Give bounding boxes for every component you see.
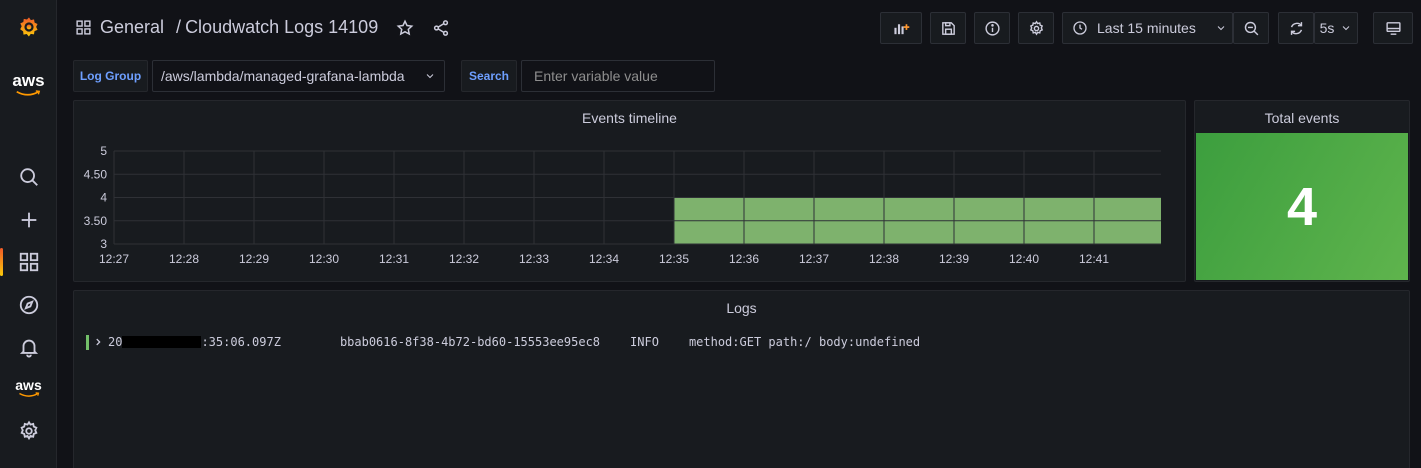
info-button[interactable] xyxy=(974,12,1010,44)
refresh-button[interactable] xyxy=(1278,12,1314,44)
share-icon[interactable] xyxy=(432,19,450,37)
page-title[interactable]: Cloudwatch Logs 14109 xyxy=(185,17,378,38)
chevron-right-icon[interactable] xyxy=(93,337,103,347)
log-level-indicator xyxy=(86,334,89,350)
y-tick-label: 5 xyxy=(100,144,107,158)
log-level: INFO xyxy=(630,335,659,349)
aws-icon-mark: aws xyxy=(15,377,42,398)
redacted-block xyxy=(122,336,202,348)
events-timeline-chart: 3 3.50 4 4.50 5 12:27 12:28 12:29 12:30 12:31 12:3… xyxy=(84,144,1161,266)
aws-logo-label: aws xyxy=(12,70,45,90)
bell-svg xyxy=(19,339,38,358)
y-tick-label: 3.50 xyxy=(84,214,108,228)
x-tick-label: 12:33 xyxy=(519,252,549,266)
plus-svg xyxy=(21,212,36,228)
zoom-out-button[interactable] xyxy=(1233,12,1269,44)
settings-gear-icon xyxy=(1029,19,1043,36)
breadcrumb: General / Cloudwatch Logs 14109 xyxy=(75,17,450,38)
x-tick-label: 12:28 xyxy=(169,252,199,266)
plus-icon[interactable] xyxy=(0,200,57,240)
aws-logo: aws xyxy=(12,70,45,97)
refresh-interval-picker[interactable]: 5s xyxy=(1314,12,1358,44)
x-tick-label: 12:31 xyxy=(379,252,409,266)
x-tick-label: 12:39 xyxy=(939,252,969,266)
save-dashboard-button[interactable] xyxy=(930,12,966,44)
refresh-interval-label: 5s xyxy=(1319,20,1335,36)
sidebar: aws aws xyxy=(0,0,57,468)
x-tick-label: 12:38 xyxy=(869,252,899,266)
monitor-icon xyxy=(1385,21,1401,35)
y-tick-label: 3 xyxy=(100,237,107,251)
clock-icon xyxy=(1073,21,1087,35)
grafana-logo-icon[interactable] xyxy=(0,7,57,47)
add-panel-icon xyxy=(893,23,909,34)
total-events-value: 4 xyxy=(1286,176,1318,237)
topbar: General / Cloudwatch Logs 14109 Last 15 … xyxy=(57,0,1421,56)
add-panel-button[interactable] xyxy=(880,12,922,44)
log-group-select[interactable]: /aws/lambda/managed-grafana-lambda xyxy=(152,60,445,92)
refresh-chevron-icon xyxy=(1343,26,1350,31)
gear-icon[interactable] xyxy=(0,411,57,451)
x-tick-label: 12:35 xyxy=(659,252,689,266)
breadcrumb-separator: / xyxy=(176,17,182,37)
log-group-chevron-icon xyxy=(426,74,434,79)
x-tick-label: 12:40 xyxy=(1009,252,1039,266)
x-tick-label: 12:37 xyxy=(799,252,829,266)
dashboards-icon[interactable] xyxy=(0,242,57,282)
aws-logo-icon[interactable]: aws xyxy=(0,64,57,104)
x-tick-label: 12:41 xyxy=(1079,252,1109,266)
compass-svg xyxy=(19,295,38,315)
search-label: Search xyxy=(461,60,517,92)
log-request-id: bbab0616-8f38-4b72-bd60-15553ee95ec8 xyxy=(339,335,601,349)
time-range-picker[interactable]: Last 15 minutes xyxy=(1062,12,1233,44)
events-timeline-panel: Events timeline 3 3.50 4 4.50 5 12:27 12:28 12:… xyxy=(73,100,1186,282)
x-tick-label: 12:32 xyxy=(449,252,479,266)
star-icon[interactable] xyxy=(396,18,414,37)
dashboard-grid-icon xyxy=(76,20,91,35)
y-tick-label: 4 xyxy=(100,191,107,205)
aws-icon-smile xyxy=(18,392,39,397)
y-tick-label: 4.50 xyxy=(84,167,108,181)
dashboard-settings-button[interactable] xyxy=(1018,12,1054,44)
info-icon xyxy=(984,20,1000,36)
log-row[interactable]: 20 :35:06.097Z bbab0616-8f38-4b72-bd60-1… xyxy=(86,334,920,350)
aws-smile xyxy=(16,89,41,96)
tv-mode-button[interactable] xyxy=(1373,12,1413,44)
search-icon[interactable] xyxy=(0,157,57,197)
x-tick-label: 12:36 xyxy=(729,252,759,266)
log-group-label: Log Group xyxy=(73,60,148,92)
log-timestamp-prefix: 20 xyxy=(108,335,123,349)
total-events-title: Total events xyxy=(1264,110,1340,126)
log-timestamp-suffix: :35:06.097Z xyxy=(201,335,281,349)
x-tick-label: 12:30 xyxy=(309,252,339,266)
dashboards-svg xyxy=(19,252,38,272)
zoom-out-icon xyxy=(1244,21,1258,35)
breadcrumb-folder[interactable]: General xyxy=(100,17,164,38)
x-tick-label: 12:27 xyxy=(99,252,129,266)
grafana-logo-svg xyxy=(19,17,38,37)
search-svg xyxy=(19,168,38,186)
save-icon xyxy=(941,21,955,35)
log-group-value: /aws/lambda/managed-grafana-lambda xyxy=(161,68,405,84)
gear-svg xyxy=(19,420,38,441)
logs-panel: Logs xyxy=(73,290,1410,468)
search-variable-input[interactable] xyxy=(521,60,715,92)
x-tick-label: 12:34 xyxy=(589,252,619,266)
aws-icon[interactable]: aws xyxy=(0,368,57,408)
logs-title: Logs xyxy=(726,300,757,316)
compass-icon[interactable] xyxy=(0,285,57,325)
refresh-icon xyxy=(1290,21,1302,35)
chevron-down-icon xyxy=(1217,26,1225,31)
x-tick-label: 12:29 xyxy=(239,252,269,266)
time-range-label: Last 15 minutes xyxy=(1097,20,1196,36)
bell-icon[interactable] xyxy=(0,327,57,367)
aws-icon-label: aws xyxy=(15,377,42,393)
total-events-stat: 4 xyxy=(1196,133,1408,280)
log-message: method:GET path:/ body:undefined xyxy=(688,335,921,349)
